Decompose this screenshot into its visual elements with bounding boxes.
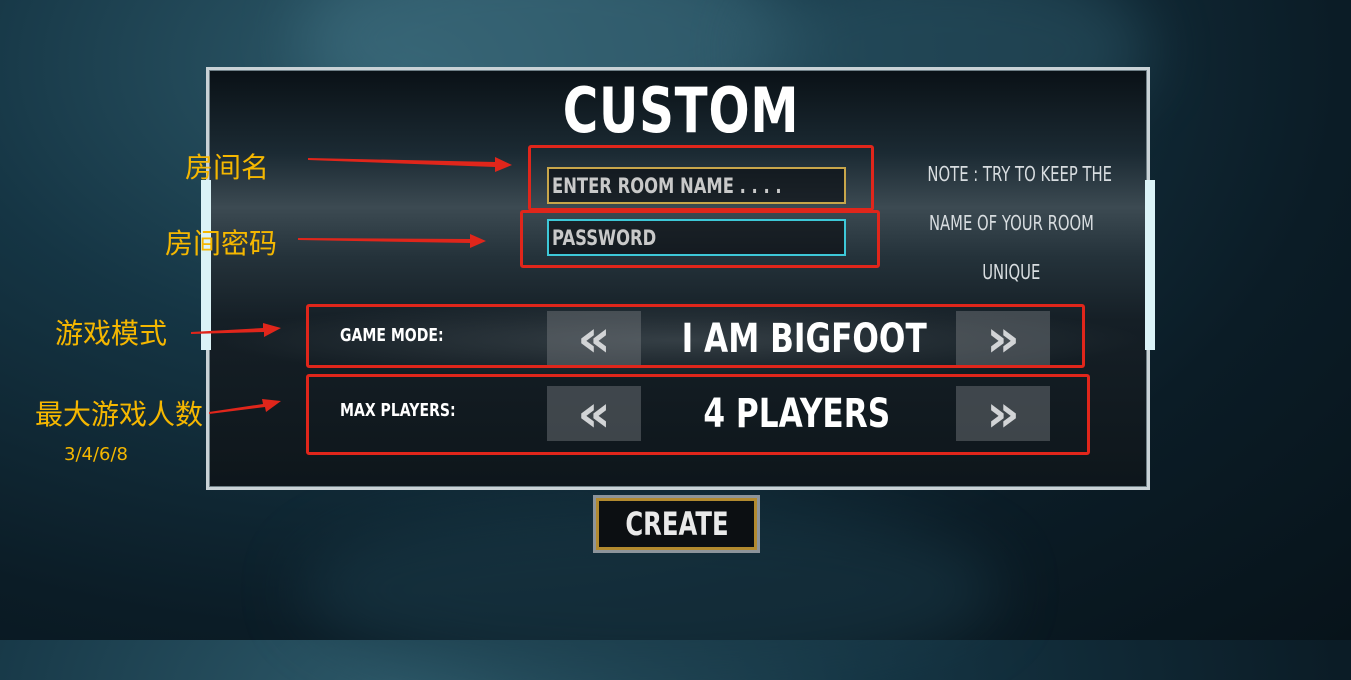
annotation-max-players: 最大游戏人数 [35,398,204,431]
annotation-arrow-password [298,234,486,248]
annotation-box-room-name [528,145,874,211]
create-button[interactable]: CREATE [593,495,760,553]
annotation-max-players-options: 3/4/6/8 [64,444,129,465]
annotation-box-game-mode [306,304,1085,368]
annotation-room-name: 房间名 [185,151,270,184]
note-line-2: NAME OF YOUR ROOM [928,211,1094,235]
annotation-arrow-max-players [209,399,281,414]
panel-title: CUSTOM [562,74,800,147]
annotation-game-mode: 游戏模式 [55,317,168,350]
annotation-box-password [520,210,880,268]
annotation-arrow-room-name [308,157,512,172]
annotation-arrow-game-mode [191,323,281,337]
room-name-note: NOTE : TRY TO KEEP THE NAME OF YOUR ROOM… [895,150,1127,297]
note-line-1: NOTE : TRY TO KEEP THE [927,162,1113,186]
annotation-password: 房间密码 [165,227,278,260]
panel-edge-right [1145,180,1155,350]
note-line-3: UNIQUE [981,260,1041,284]
annotation-box-max-players [306,374,1090,455]
create-button-label: CREATE [624,505,729,543]
